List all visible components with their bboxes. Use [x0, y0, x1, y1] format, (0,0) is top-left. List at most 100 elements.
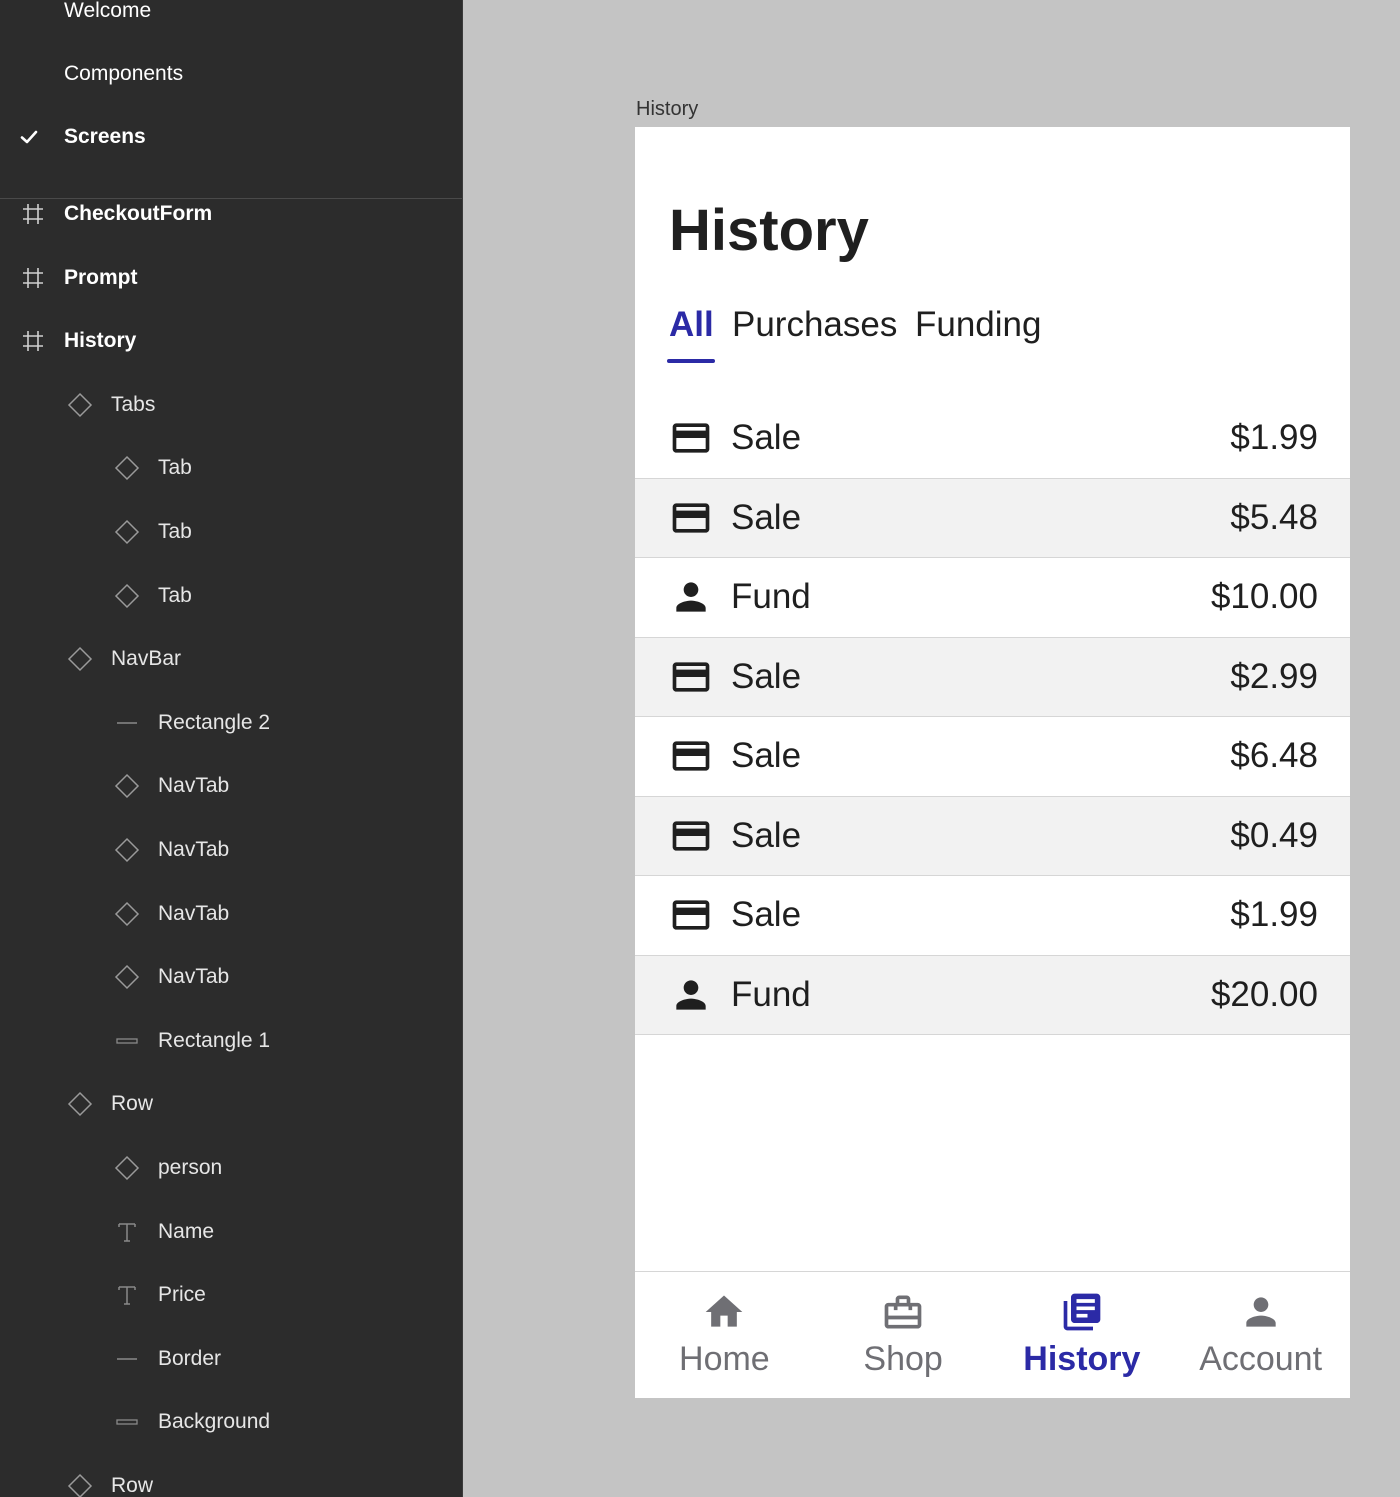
layer-label: Tab [158, 583, 192, 607]
rectangle-icon [114, 1409, 140, 1435]
page-label: Screens [64, 125, 146, 148]
layer-history[interactable]: History [0, 309, 462, 373]
layer-name[interactable]: Name [0, 1200, 462, 1264]
transaction-price: $5.48 [1230, 497, 1318, 537]
frame-label[interactable]: History [636, 98, 698, 121]
component-instance-icon [114, 583, 140, 609]
text-icon [114, 1219, 140, 1245]
component-instance-icon [67, 1091, 93, 1117]
person-icon [669, 973, 713, 1017]
page-item-screens[interactable]: Screens [0, 105, 462, 169]
account-icon [1239, 1290, 1283, 1334]
layer-border[interactable]: Border [0, 1327, 462, 1391]
bottom-nav-bar: Home Shop History Account [635, 1271, 1350, 1398]
nav-tab-account[interactable]: Account [1171, 1272, 1350, 1398]
page-item-components[interactable]: Components [0, 42, 462, 106]
transaction-price: $2.99 [1230, 656, 1318, 696]
tab-funding[interactable]: Funding [915, 305, 1041, 345]
transaction-name: Sale [731, 497, 802, 537]
layer-navbar[interactable]: NavBar [0, 627, 462, 691]
layer-tabs[interactable]: Tabs [0, 373, 462, 437]
component-instance-icon [114, 964, 140, 990]
transaction-row[interactable]: Sale $5.48 [635, 478, 1350, 558]
layer-rectangle-2[interactable]: Rectangle 2 [0, 691, 462, 755]
layer-rectangle-1[interactable]: Rectangle 1 [0, 1009, 462, 1073]
component-instance-icon [114, 901, 140, 927]
frame-icon [20, 201, 46, 227]
transaction-row[interactable]: Sale $6.48 [635, 717, 1350, 797]
transaction-row[interactable]: Sale $2.99 [635, 637, 1350, 717]
layer-navtab[interactable]: NavTab [0, 754, 462, 818]
tab-all[interactable]: All [669, 305, 714, 345]
layer-tab[interactable]: Tab [0, 436, 462, 500]
credit-card-icon [669, 814, 713, 858]
layer-label: person [158, 1156, 223, 1179]
page-item-welcome[interactable]: Welcome [0, 0, 462, 43]
nav-tab-label: Home [679, 1340, 770, 1378]
component-instance-icon [114, 519, 140, 545]
credit-card-icon [669, 655, 713, 699]
layer-row[interactable]: Row [0, 1072, 462, 1136]
transaction-price: $6.48 [1230, 736, 1318, 776]
layer-background[interactable]: Background [0, 1390, 462, 1454]
history-screen-frame: History All Purchases Funding Sale $1.99 S… [635, 127, 1350, 1398]
component-instance-icon [67, 646, 93, 672]
layer-checkoutform[interactable]: CheckoutForm [0, 182, 462, 246]
transaction-price: $0.49 [1230, 815, 1318, 855]
transaction-row[interactable]: Fund $20.00 [635, 955, 1350, 1035]
layer-label: History [64, 329, 137, 353]
nav-tab-home[interactable]: Home [635, 1272, 814, 1398]
transaction-row[interactable]: Sale $0.49 [635, 796, 1350, 876]
layer-label: CheckoutForm [64, 202, 213, 225]
transaction-name: Sale [731, 656, 802, 696]
layer-navtab[interactable]: NavTab [0, 818, 462, 882]
briefcase-icon [881, 1290, 925, 1334]
transaction-row[interactable]: Fund $10.00 [635, 558, 1350, 638]
layer-label: Rectangle 1 [158, 1028, 271, 1052]
transaction-name: Sale [731, 418, 802, 458]
page-label: Components [64, 62, 184, 85]
transaction-name: Sale [731, 736, 802, 776]
layer-label: Tabs [111, 392, 156, 416]
layer-label: Row [111, 1092, 154, 1116]
home-icon [702, 1290, 746, 1334]
layer-prompt[interactable]: Prompt [0, 246, 462, 310]
component-instance-icon [114, 455, 140, 481]
transaction-row[interactable]: Sale $1.99 [635, 399, 1350, 479]
credit-card-icon [669, 496, 713, 540]
line-icon [114, 1346, 140, 1372]
transaction-price: $20.00 [1210, 974, 1318, 1014]
layer-label: Border [158, 1346, 222, 1370]
credit-card-icon [669, 893, 713, 937]
frame-icon [20, 328, 46, 354]
component-instance-icon [67, 1473, 93, 1497]
nav-tab-label: History [1023, 1340, 1141, 1378]
nav-tab-label: Account [1199, 1340, 1323, 1378]
layer-label: Tab [158, 456, 192, 480]
frame-icon [20, 265, 46, 291]
rectangle-icon [114, 1028, 140, 1054]
layer-tab[interactable]: Tab [0, 564, 462, 628]
component-instance-icon [114, 837, 140, 863]
layer-navtab[interactable]: NavTab [0, 882, 462, 946]
layer-label: NavTab [158, 901, 230, 925]
layer-label: Row [111, 1474, 154, 1497]
layer-label: Rectangle 2 [158, 710, 271, 734]
layer-person[interactable]: person [0, 1136, 462, 1200]
credit-card-icon [669, 734, 713, 778]
layer-label: NavBar [111, 647, 182, 671]
transaction-row[interactable]: Sale $1.99 [635, 876, 1350, 956]
nav-tab-shop[interactable]: Shop [814, 1272, 993, 1398]
layer-label: Tab [158, 520, 192, 543]
layer-tab[interactable]: Tab [0, 500, 462, 564]
layer-navtab[interactable]: NavTab [0, 945, 462, 1009]
nav-tab-history[interactable]: History [993, 1272, 1172, 1398]
layer-label: Prompt [64, 265, 138, 289]
transaction-list: Sale $1.99 Sale $5.48 Fund $10.00 Sale $2.99 Sal… [635, 399, 1350, 1035]
layer-row[interactable]: Row [0, 1454, 462, 1497]
transaction-name: Fund [731, 974, 811, 1014]
transaction-name: Fund [731, 577, 811, 617]
tab-purchases[interactable]: Purchases [732, 305, 897, 345]
nav-tab-label: Shop [863, 1340, 943, 1378]
layer-price[interactable]: Price [0, 1263, 462, 1327]
